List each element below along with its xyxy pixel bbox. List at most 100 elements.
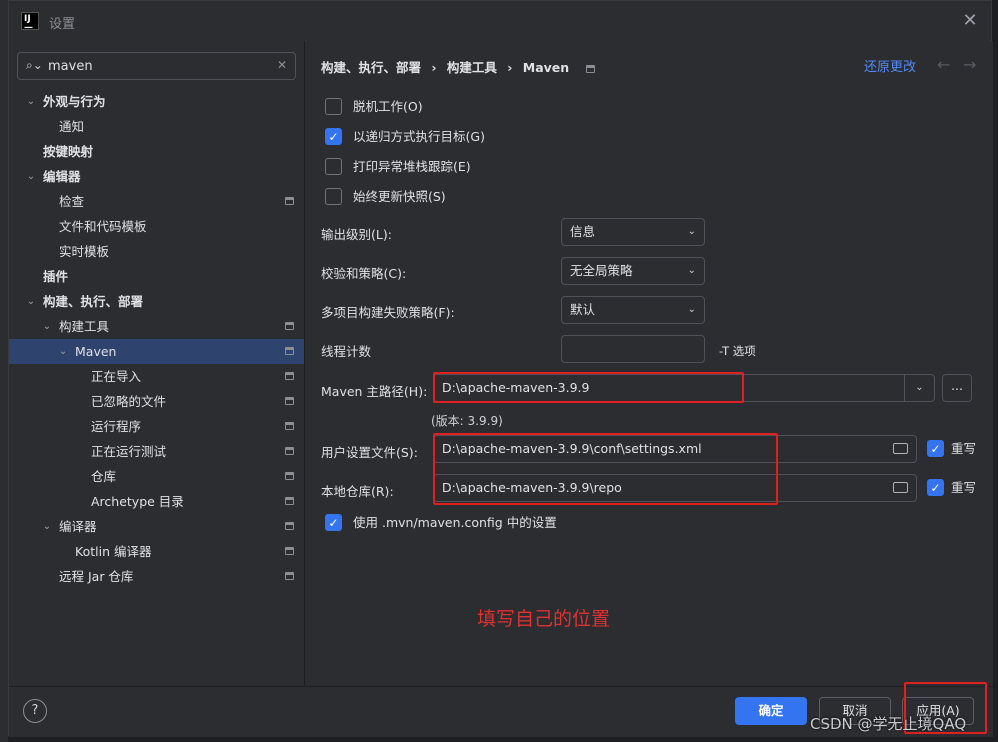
chevron-down-icon[interactable]: ⌄ — [57, 339, 69, 364]
project-scope-icon — [285, 422, 294, 430]
clear-search-icon[interactable]: ✕ — [277, 58, 287, 72]
chevron-down-icon[interactable]: ⌄ — [41, 314, 53, 339]
tree-label: 构建、执行、部署 — [43, 294, 144, 309]
tree-label: 外观与行为 — [43, 94, 106, 109]
tree-item-keymap[interactable]: 按键映射 — [9, 139, 304, 164]
back-arrow-icon[interactable]: ← — [937, 55, 950, 74]
use-mvn-config-checkbox[interactable]: ✓ — [325, 514, 342, 531]
chevron-down-icon[interactable]: ⌄ — [904, 375, 934, 401]
tree-label: 通知 — [59, 119, 85, 134]
watermark: CSDN @学无止境QAQ — [810, 715, 967, 733]
tree-item-maven[interactable]: ⌄ Maven — [9, 339, 304, 364]
tree-label: 检查 — [59, 194, 85, 209]
tree-item-plugins[interactable]: 插件 — [9, 264, 304, 289]
chevron-down-icon[interactable]: ⌄ — [25, 289, 37, 314]
tree-label: 运行程序 — [91, 419, 142, 434]
tree-item-file-templates[interactable]: 文件和代码模板 — [9, 214, 304, 239]
option-label: 以递归方式执行目标(G) — [353, 129, 485, 144]
tree-item-kotlin-compiler[interactable]: Kotlin 编译器 — [9, 539, 304, 564]
help-icon[interactable]: ? — [23, 699, 47, 723]
tree-label: Archetype 目录 — [91, 494, 184, 509]
recursive-checkbox[interactable]: ✓ — [325, 128, 342, 145]
project-scope-icon — [285, 547, 294, 555]
project-scope-icon — [285, 347, 294, 355]
browse-button[interactable]: ... — [942, 374, 972, 402]
tree-item-appearance[interactable]: ⌄ 外观与行为 — [9, 89, 304, 114]
ok-button[interactable]: 确定 — [735, 697, 807, 725]
tree-label: 已忽略的文件 — [91, 394, 167, 409]
search-box[interactable]: ⌕⌄ ✕ — [17, 52, 296, 80]
tree-item-editor[interactable]: ⌄ 编辑器 — [9, 164, 304, 189]
chevron-down-icon[interactable]: ⌄ — [25, 164, 37, 189]
breadcrumb-item[interactable]: 构建工具 — [447, 60, 497, 75]
checksum-label: 校验和策略(C): — [321, 266, 407, 281]
threads-input[interactable] — [561, 335, 705, 363]
tree-item-inspections[interactable]: 检查 — [9, 189, 304, 214]
tree-label: 编译器 — [59, 519, 97, 534]
fail-policy-label: 多项目构建失败策略(F): — [321, 305, 455, 320]
project-scope-icon — [585, 64, 595, 73]
forward-arrow-icon[interactable]: → — [963, 55, 976, 74]
tree-label: 实时模板 — [59, 244, 110, 259]
select-value: 信息 — [570, 224, 596, 239]
folder-icon[interactable] — [893, 443, 908, 454]
search-input[interactable] — [48, 57, 268, 75]
breadcrumb-separator: › — [507, 60, 513, 75]
project-scope-icon — [285, 372, 294, 380]
always-update-checkbox[interactable] — [325, 188, 342, 205]
user-settings-label: 用户设置文件(S): — [321, 445, 418, 460]
tree-label: 构建工具 — [59, 319, 110, 334]
checksum-select[interactable]: 无全局策略 ⌄ — [561, 257, 705, 285]
output-level-select[interactable]: 信息 ⌄ — [561, 218, 705, 246]
tree-label: 正在导入 — [91, 369, 142, 384]
print-stack-checkbox[interactable] — [325, 158, 342, 175]
threads-label: 线程计数 — [321, 344, 372, 359]
tree-item-importing[interactable]: 正在导入 — [9, 364, 304, 389]
output-level-label: 输出级别(L): — [321, 227, 392, 242]
override-label: 重写 — [951, 480, 977, 495]
project-scope-icon — [285, 497, 294, 505]
settings-dialog: IJ— 设置 ✕ ⌕⌄ ✕ ⌄ 外观与行为 通知 按键映射 ⌄ 编辑器 — [8, 0, 993, 737]
fail-policy-select[interactable]: 默认 ⌄ — [561, 296, 705, 324]
highlight-box — [433, 372, 744, 403]
tree-item-repositories[interactable]: 仓库 — [9, 464, 304, 489]
override-checkbox[interactable]: ✓ — [927, 440, 944, 457]
chevron-down-icon[interactable]: ⌄ — [41, 514, 53, 539]
project-scope-icon — [285, 447, 294, 455]
tree-item-notifications[interactable]: 通知 — [9, 114, 304, 139]
override-checkbox[interactable]: ✓ — [927, 479, 944, 496]
breadcrumb-item: Maven — [522, 60, 570, 75]
settings-content: 构建、执行、部署 › 构建工具 › Maven 还原更改 ← → 脱机工作(O)… — [305, 41, 993, 686]
tree-item-runner[interactable]: 运行程序 — [9, 414, 304, 439]
tree-item-build-tools[interactable]: ⌄ 构建工具 — [9, 314, 304, 339]
chevron-down-icon: ⌄ — [687, 226, 696, 237]
reset-link[interactable]: 还原更改 — [864, 56, 916, 75]
tree-label: 编辑器 — [43, 169, 81, 184]
breadcrumb-item[interactable]: 构建、执行、部署 — [321, 60, 421, 75]
close-icon[interactable]: ✕ — [959, 10, 981, 32]
offline-checkbox[interactable] — [325, 98, 342, 115]
tree-label: 按键映射 — [43, 144, 94, 159]
threads-suffix: -T 选项 — [719, 344, 756, 358]
project-scope-icon — [285, 472, 294, 480]
title-bar: IJ — 设置 ✕ — [9, 1, 991, 41]
project-scope-icon — [285, 522, 294, 530]
tree-item-compiler[interactable]: ⌄ 编译器 — [9, 514, 304, 539]
chevron-down-icon: ⌄ — [687, 265, 696, 276]
window-title: 设置 — [49, 17, 76, 32]
project-scope-icon — [285, 322, 294, 330]
tree-item-remote-jar[interactable]: 远程 Jar 仓库 — [9, 564, 304, 589]
option-label: 始终更新快照(S) — [353, 189, 446, 204]
tree-item-archetype[interactable]: Archetype 目录 — [9, 489, 304, 514]
project-scope-icon — [285, 197, 294, 205]
chevron-down-icon[interactable]: ⌄ — [25, 89, 37, 114]
tree-item-build[interactable]: ⌄ 构建、执行、部署 — [9, 289, 304, 314]
tree-label: 远程 Jar 仓库 — [59, 569, 134, 584]
settings-sidebar: ⌕⌄ ✕ ⌄ 外观与行为 通知 按键映射 ⌄ 编辑器 检查 — [9, 41, 304, 686]
tree-item-live-templates[interactable]: 实时模板 — [9, 239, 304, 264]
tree-label: 仓库 — [91, 469, 117, 484]
tree-item-running-tests[interactable]: 正在运行测试 — [9, 439, 304, 464]
tree-item-ignored-files[interactable]: 已忽略的文件 — [9, 389, 304, 414]
chevron-down-icon: ⌄ — [687, 304, 696, 315]
folder-icon[interactable] — [893, 482, 908, 493]
